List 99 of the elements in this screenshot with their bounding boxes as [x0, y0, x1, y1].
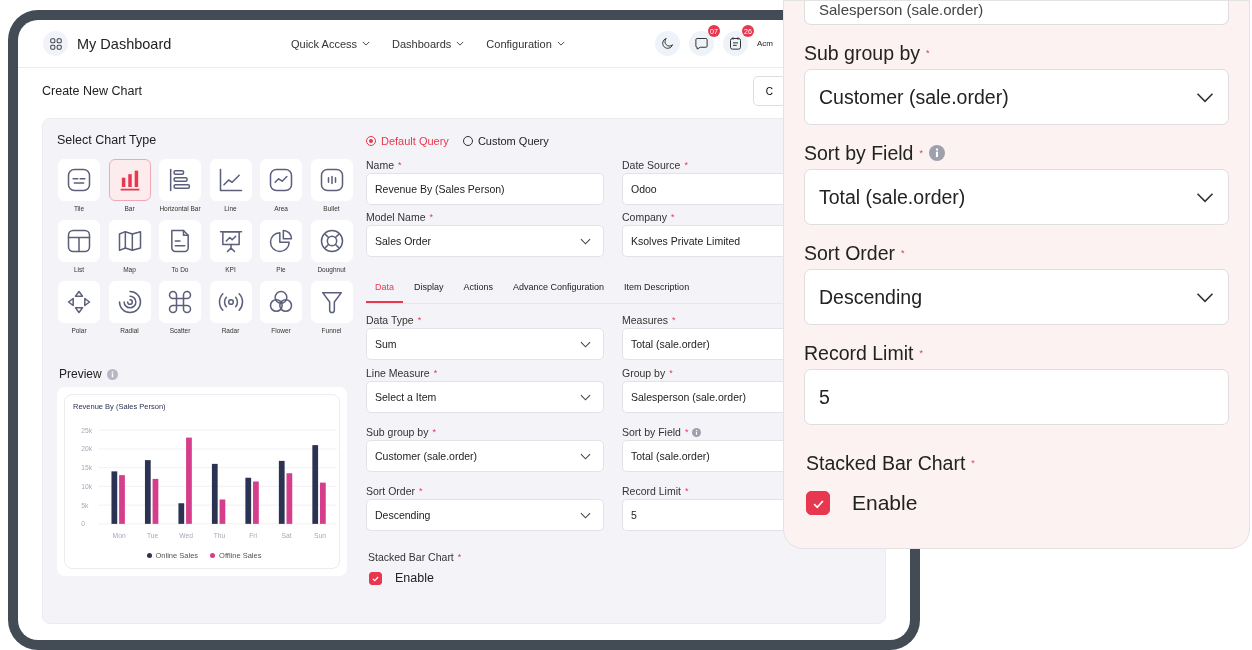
nav-menu[interactable]: Dashboards — [392, 37, 465, 50]
input-field[interactable]: Odoo — [622, 173, 783, 205]
command-key-icon — [166, 288, 194, 316]
page-title: Create New Chart — [42, 84, 143, 98]
calendar-icon — [728, 36, 743, 51]
caret-icon — [556, 41, 565, 46]
polar-chart-icon — [65, 288, 93, 316]
input-field[interactable]: Revenue By (Sales Person) — [366, 173, 604, 205]
caret-icon — [580, 340, 591, 348]
field-label: Group by — [622, 367, 666, 379]
field-label: Data Type — [366, 314, 414, 326]
caret-icon — [580, 393, 591, 401]
input-field[interactable]: 5 — [804, 369, 1229, 425]
input-field[interactable]: Ksolves Private Limited — [622, 225, 783, 257]
caret-icon — [362, 41, 371, 46]
field-label: Sort Order — [366, 485, 415, 497]
input-field[interactable]: Total (sale.order) — [622, 328, 783, 360]
field-label: Measures — [622, 314, 669, 326]
chat-icon — [694, 36, 709, 51]
query-radio[interactable]: Custom Query — [462, 135, 549, 147]
required-mark: * — [926, 48, 930, 58]
field-label: Stacked Bar Chart — [806, 451, 966, 475]
checkbox[interactable] — [806, 491, 830, 515]
dropdown-field[interactable]: Descending — [804, 269, 1229, 325]
section-title: Preview — [59, 367, 102, 381]
field-label: Sort by Field — [804, 141, 914, 165]
user-name[interactable]: Acm — [757, 37, 773, 50]
required-mark: * — [670, 212, 675, 222]
field-label: Sort by Field — [622, 426, 681, 438]
required-mark: * — [433, 368, 438, 378]
caret-icon — [580, 452, 591, 460]
section-title: Select Chart Type — [57, 133, 158, 147]
form-tab[interactable]: Item Description — [615, 275, 699, 303]
required-mark: * — [417, 315, 422, 325]
input-field[interactable]: Total (sale.order) — [622, 440, 783, 472]
checkbox-label: Enable — [852, 491, 918, 515]
form-tab[interactable]: Actions — [454, 275, 503, 303]
app-title: My Dashboard — [77, 35, 172, 52]
caret-icon — [1196, 191, 1214, 203]
input-field[interactable]: Salesperson (sale.order) — [622, 381, 783, 413]
field-label: Sub group by — [804, 41, 920, 65]
chart-type-option[interactable] — [108, 159, 151, 201]
field-label: Sort Order — [804, 241, 896, 265]
legend-dot — [146, 553, 152, 558]
query-radio[interactable]: Default Query — [366, 135, 449, 147]
list-chart-icon — [65, 227, 93, 255]
checkbox[interactable] — [369, 571, 382, 585]
caret-icon — [1196, 291, 1214, 303]
form-tab[interactable]: Display — [405, 275, 453, 303]
dropdown-field[interactable]: Descending — [366, 499, 604, 531]
dropdown-field[interactable]: Customer (sale.order) — [366, 440, 604, 472]
input-field[interactable]: 5 — [622, 499, 783, 531]
field-label: Line Measure — [366, 367, 430, 379]
required-mark: * — [684, 427, 689, 437]
field-label: Record Limit — [622, 485, 681, 497]
checkbox-label: Enable — [395, 571, 434, 585]
page-button[interactable]: C — [752, 76, 786, 106]
pie-chart-icon — [267, 227, 295, 255]
field-label: Date Source — [622, 159, 681, 171]
required-mark: * — [429, 212, 434, 222]
field-label: Record Limit — [804, 341, 914, 365]
dropdown-field[interactable]: Customer (sale.order) — [804, 69, 1229, 125]
required-mark: * — [672, 315, 676, 325]
grid-icon[interactable] — [43, 31, 68, 56]
required-mark: * — [419, 486, 423, 496]
required-mark: * — [432, 427, 436, 437]
required-mark: * — [398, 160, 402, 170]
theme-button[interactable] — [655, 31, 680, 56]
caret-icon — [456, 41, 465, 46]
tile-chart-icon — [65, 166, 93, 194]
input-field[interactable]: Salesperson (sale.order) — [804, 1, 1229, 25]
caret-icon — [1196, 91, 1214, 103]
nav-menu[interactable]: Quick Access — [291, 37, 371, 50]
form-tab[interactable]: Data — [366, 275, 403, 303]
required-mark: * — [457, 552, 462, 562]
form-tab[interactable]: Advance Configuration — [504, 275, 614, 303]
dropdown-field[interactable]: Sales Order — [366, 225, 604, 257]
dropdown-field[interactable]: Select a Item — [366, 381, 604, 413]
field-label: Stacked Bar Chart — [368, 551, 454, 563]
dropdown-field[interactable]: Sum — [366, 328, 604, 360]
required-mark: * — [919, 148, 923, 158]
caret-icon — [580, 511, 591, 519]
required-mark: * — [684, 486, 689, 496]
field-label: Sub group by — [366, 426, 429, 438]
field-label: Name — [366, 159, 394, 171]
area-chart-icon — [267, 166, 295, 194]
nav-menu[interactable]: Configuration — [486, 37, 565, 50]
required-mark: * — [684, 160, 688, 170]
field-label: Model Name — [366, 211, 426, 223]
required-mark: * — [901, 248, 905, 258]
info-icon — [106, 368, 118, 380]
caret-icon — [580, 237, 591, 245]
dropdown-field[interactable]: Total (sale.order) — [804, 169, 1229, 225]
required-mark: * — [919, 348, 923, 358]
required-mark: * — [971, 458, 975, 468]
moon-icon — [660, 36, 675, 51]
required-mark: * — [669, 368, 673, 378]
legend-dot — [210, 553, 216, 558]
field-label: Company — [622, 211, 667, 223]
